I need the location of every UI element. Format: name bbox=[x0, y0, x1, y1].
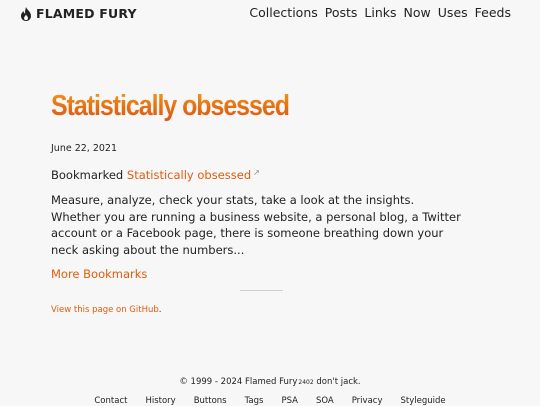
copyright-text: © 1999 - 2024 bbox=[179, 377, 243, 387]
bookmark-summary: Measure, analyze, check your stats, take… bbox=[51, 193, 461, 257]
post-date: June 22, 2021 bbox=[51, 143, 118, 154]
bookmark-line: Bookmarked Statistically obsessed ↗ bbox=[51, 165, 471, 183]
bookmarked-label: Bookmarked bbox=[51, 168, 124, 182]
nav-link-links[interactable]: Links bbox=[364, 5, 396, 20]
copyright-line: © 1999 - 2024 Flamed Fury2402 don't jack… bbox=[0, 377, 540, 387]
page-title: Statistically obsessed bbox=[51, 88, 412, 124]
main-nav: Collections Posts Links Now Uses Feeds bbox=[249, 5, 511, 20]
post-content: Statistically obsessed June 22, 2021 Boo… bbox=[51, 88, 471, 315]
flame-icon bbox=[20, 6, 32, 21]
nav-link-now[interactable]: Now bbox=[404, 5, 431, 20]
brand-name: FLAMED FURY bbox=[36, 6, 137, 21]
github-line: View this page on GitHub. bbox=[51, 305, 471, 315]
external-link-icon: ↗ bbox=[253, 168, 260, 177]
github-suffix: . bbox=[158, 305, 162, 315]
site-link[interactable]: Flamed Fury2402 bbox=[245, 377, 314, 387]
more-bookmarks-link[interactable]: More Bookmarks bbox=[51, 267, 147, 281]
nav-link-feeds[interactable]: Feeds bbox=[475, 5, 511, 20]
nav-link-collections[interactable]: Collections bbox=[249, 5, 317, 20]
nav-link-uses[interactable]: Uses bbox=[438, 5, 468, 20]
nav-link-posts[interactable]: Posts bbox=[325, 5, 358, 20]
github-link[interactable]: View this page on GitHub bbox=[51, 305, 159, 315]
divider bbox=[239, 290, 283, 291]
version-label: 2402 bbox=[298, 379, 314, 386]
site-link-label: Flamed Fury bbox=[245, 377, 298, 387]
brand-link[interactable]: FLAMED FURY bbox=[20, 6, 137, 21]
tagline: don't jack. bbox=[316, 377, 361, 387]
bookmarked-link[interactable]: Statistically obsessed bbox=[127, 168, 251, 182]
site-header: FLAMED FURY Collections Posts Links Now … bbox=[0, 0, 540, 28]
